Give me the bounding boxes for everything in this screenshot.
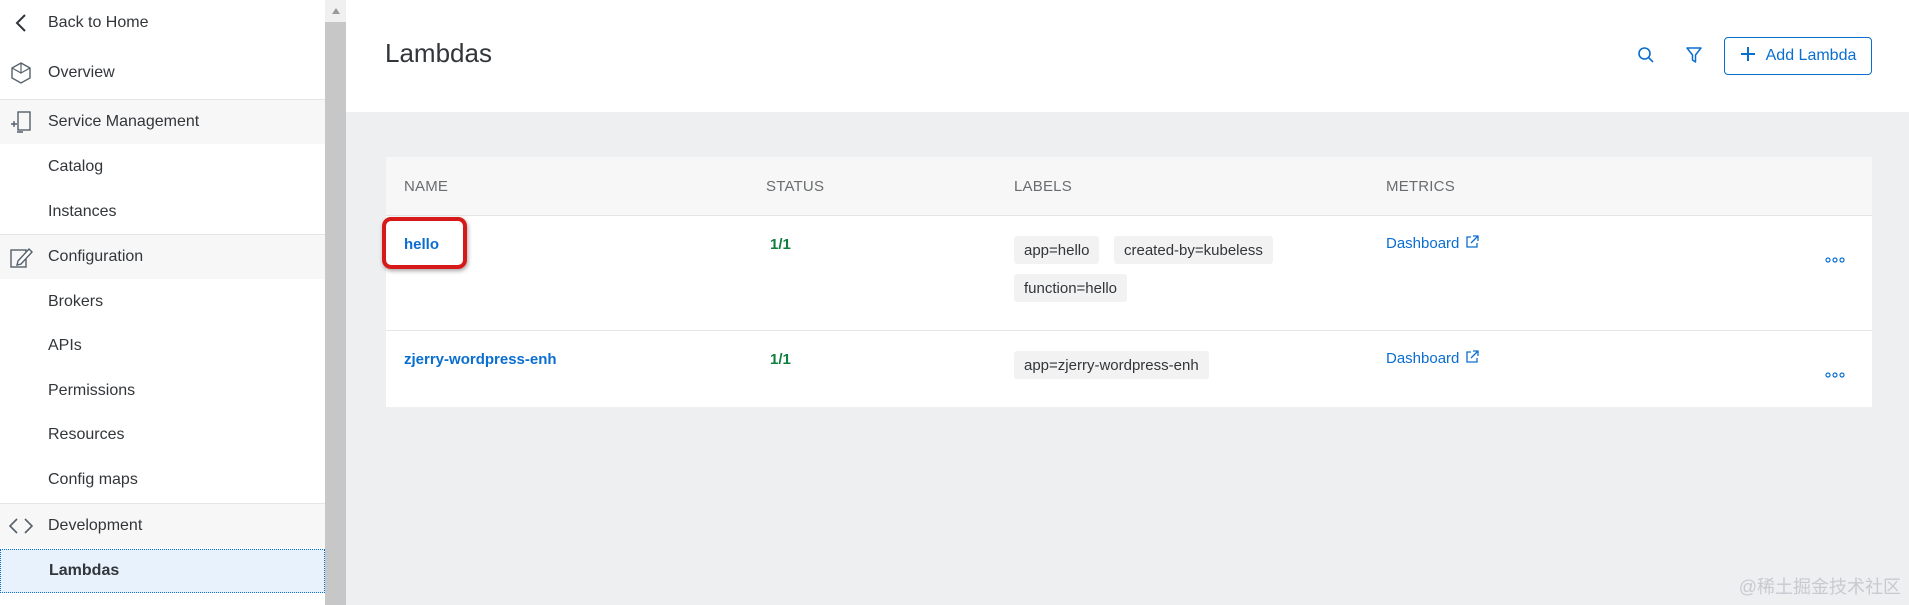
sidebar-item-label: Permissions <box>48 382 136 399</box>
table-header: NAME STATUS LABELS METRICS <box>386 157 1872 216</box>
code-icon <box>8 513 34 539</box>
sidebar-item-label: Resources <box>48 426 125 443</box>
dashboard-link[interactable]: Dashboard <box>1386 349 1480 368</box>
sidebar-item-label: Instances <box>48 203 117 220</box>
sidebar-item-label: Overview <box>48 64 115 81</box>
sidebar-item-label: Brokers <box>48 293 104 310</box>
back-to-home-label: Back to Home <box>48 14 149 31</box>
service-management-icon <box>8 109 34 135</box>
add-lambda-button[interactable]: Add Lambda <box>1724 37 1872 75</box>
sidebar-item-label: Configuration <box>48 248 144 265</box>
sidebar-item-config-maps[interactable]: Config maps <box>0 461 325 499</box>
overview-icon <box>8 60 34 86</box>
more-actions-icon[interactable] <box>1823 254 1847 266</box>
sidebar-item-lambdas[interactable]: Lambdas <box>0 549 325 593</box>
table-row: zjerry-wordpress-enh 1/1 app=zjerry-word… <box>386 331 1872 407</box>
sidebar-item-label: Development <box>48 517 143 534</box>
sidebar-section-configuration[interactable]: Configuration <box>0 234 325 279</box>
highlight-box <box>382 217 467 269</box>
sidebar-item-catalog[interactable]: Catalog <box>0 148 325 186</box>
sidebar-scrollbar[interactable] <box>325 0 346 605</box>
lambdas-table: NAME STATUS LABELS METRICS hello 1/1 app… <box>382 157 1872 407</box>
add-lambda-label: Add Lambda <box>1765 47 1857 64</box>
sidebar-item-apis[interactable]: APIs <box>0 327 325 365</box>
label-chip: created-by=kubeless <box>1114 236 1273 264</box>
chevron-left-icon <box>8 10 34 36</box>
sidebar-item-resources[interactable]: Resources <box>0 416 325 454</box>
configuration-icon <box>8 244 34 270</box>
label-chip: app=zjerry-wordpress-enh <box>1014 351 1209 379</box>
sidebar-section-development[interactable]: Development <box>0 503 325 548</box>
sidebar-item-label: APIs <box>48 337 82 354</box>
sidebar-item-label: Lambdas <box>49 562 120 579</box>
sidebar-item-instances[interactable]: Instances <box>0 193 325 231</box>
label-chip: function=hello <box>1014 274 1127 302</box>
sidebar-item-label: Service Management <box>48 113 200 130</box>
dashboard-link-label: Dashboard <box>1386 235 1460 252</box>
filter-icon[interactable] <box>1681 42 1707 68</box>
external-link-icon <box>1465 349 1480 368</box>
label-chip: app=hello <box>1014 236 1100 264</box>
sidebar-section-service-management[interactable]: Service Management <box>0 99 325 144</box>
sidebar-item-overview[interactable]: Overview <box>0 54 325 92</box>
column-header-name: NAME <box>404 178 449 195</box>
dashboard-link[interactable]: Dashboard <box>1386 234 1480 253</box>
column-header-labels: LABELS <box>1014 178 1072 195</box>
sidebar-item-label: Config maps <box>48 471 138 488</box>
status-value: 1/1 <box>770 351 791 368</box>
page-header: Lambdas Add Lambda <box>346 0 1909 112</box>
column-header-metrics: METRICS <box>1386 178 1455 195</box>
lambda-name-link[interactable]: zjerry-wordpress-enh <box>404 351 557 368</box>
back-to-home-link[interactable]: Back to Home <box>0 0 325 46</box>
scroll-up-arrow-icon[interactable] <box>325 0 346 22</box>
sidebar-item-permissions[interactable]: Permissions <box>0 372 325 410</box>
external-link-icon <box>1465 234 1480 253</box>
sidebar: Back to Home Overview Service Management… <box>0 0 325 605</box>
watermark: @稀土掘金技术社区 <box>1738 577 1901 597</box>
main-content: Lambdas Add Lambda NAME STATUS LABELS ME… <box>346 0 1909 605</box>
sidebar-item-brokers[interactable]: Brokers <box>0 283 325 321</box>
column-header-status: STATUS <box>766 178 825 195</box>
status-value: 1/1 <box>770 236 791 253</box>
dashboard-link-label: Dashboard <box>1386 350 1460 367</box>
search-icon[interactable] <box>1633 42 1659 68</box>
plus-icon <box>1740 46 1756 67</box>
table-row: hello 1/1 app=hello created-by=kubeless … <box>382 216 1872 331</box>
sidebar-item-label: Catalog <box>48 158 104 175</box>
more-actions-icon[interactable] <box>1823 369 1847 381</box>
page-title: Lambdas <box>385 38 492 68</box>
